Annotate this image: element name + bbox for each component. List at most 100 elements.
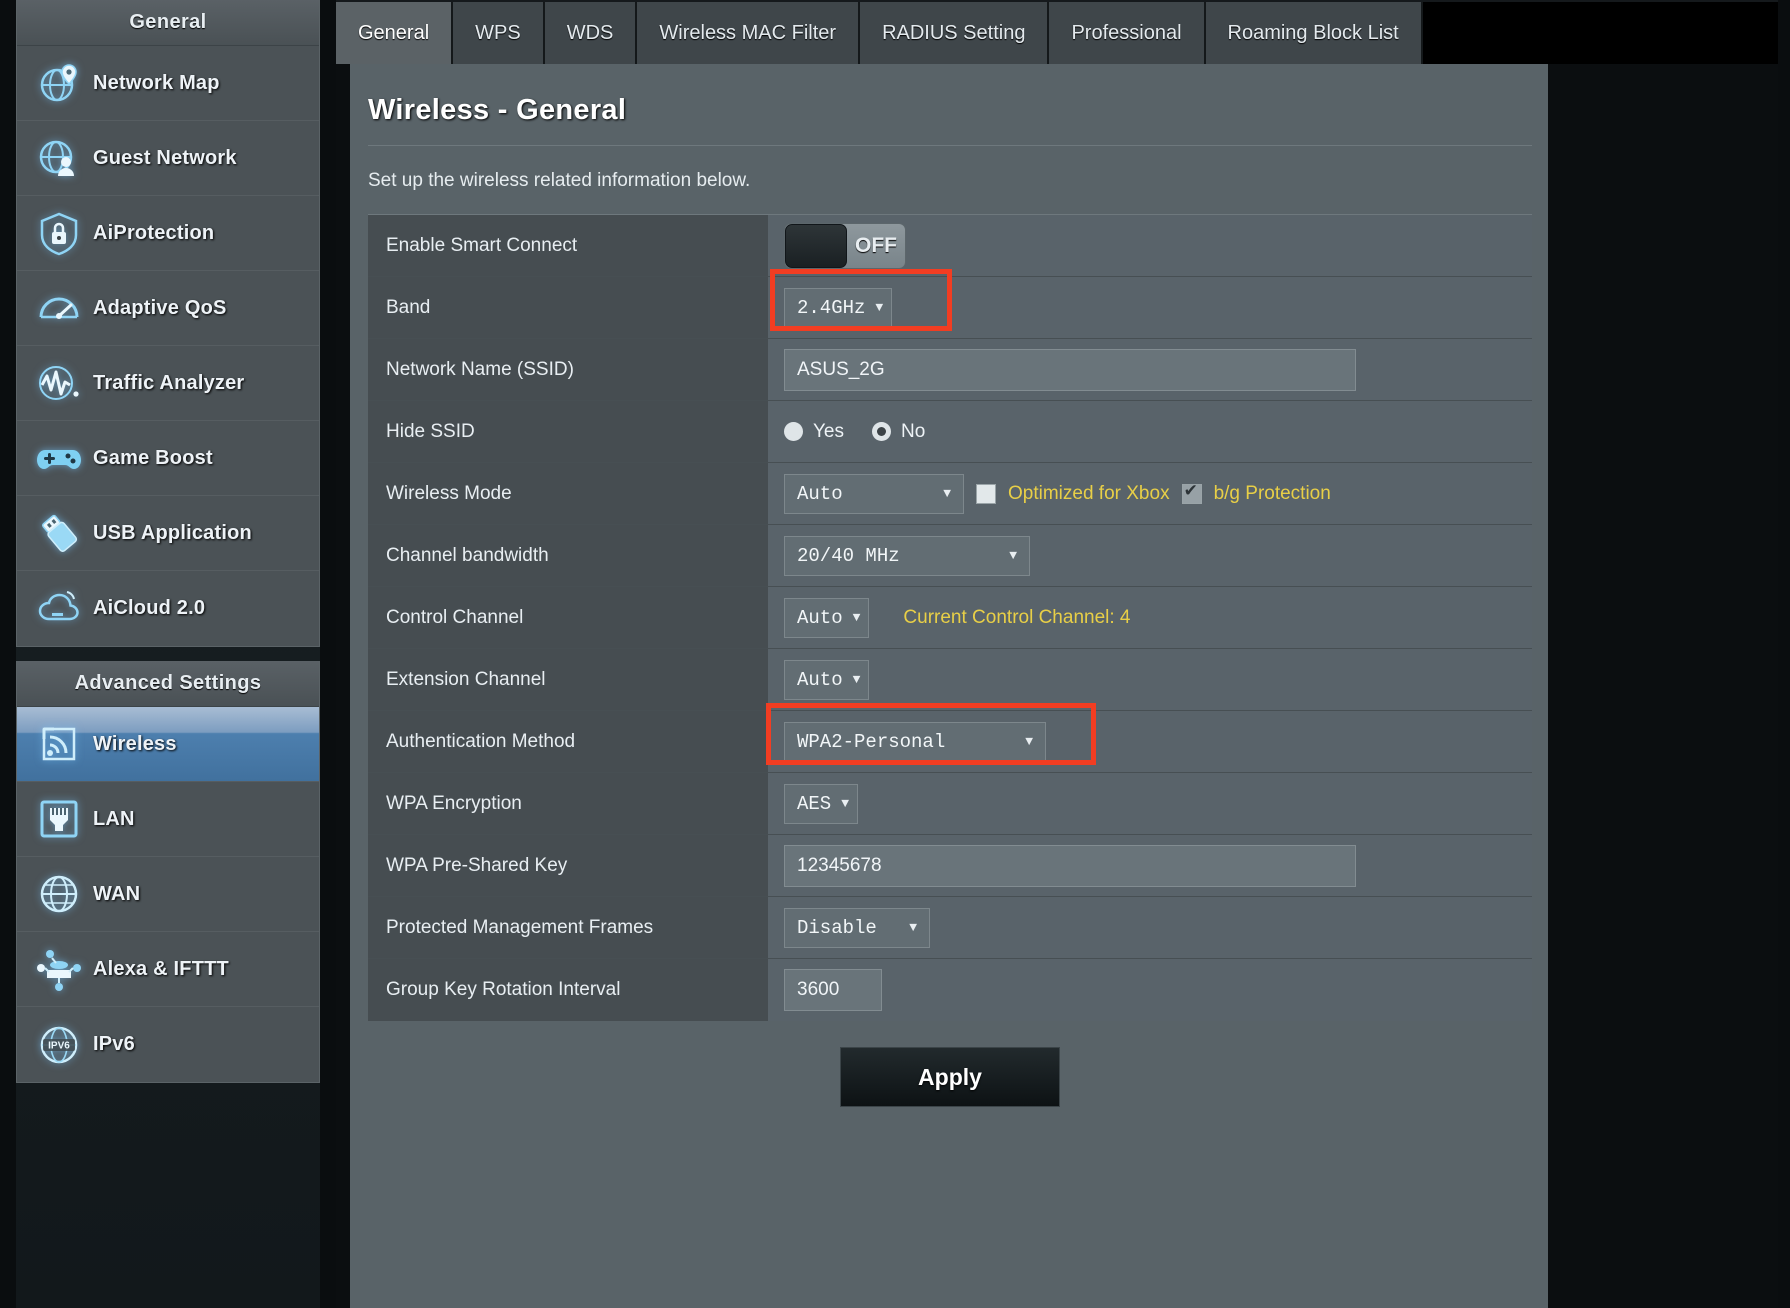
tab-roaming-block-list[interactable]: Roaming Block List: [1206, 2, 1423, 64]
wifi-signal-icon: [31, 720, 87, 768]
chevron-down-icon: ▼: [909, 920, 917, 935]
auth-method-select[interactable]: WPA2-Personal ▼: [784, 722, 1046, 762]
label-wpa-encryption: WPA Encryption: [368, 773, 768, 834]
tab-wireless-mac-filter[interactable]: Wireless MAC Filter: [637, 2, 860, 64]
sidebar-item-game-boost[interactable]: Game Boost: [17, 421, 319, 496]
sidebar-item-aiprotection[interactable]: AiProtection: [17, 196, 319, 271]
ipv6-globe-icon: IPV6: [31, 1021, 87, 1069]
toggle-knob: [785, 224, 847, 268]
sidebar-item-label: LAN: [93, 808, 135, 831]
row-band: Band 2.4GHz ▼: [368, 277, 1532, 339]
band-select-value: 2.4GHz: [797, 297, 865, 319]
label-control-channel: Control Channel: [368, 587, 768, 648]
value-extension-channel: Auto ▼: [768, 649, 1532, 710]
sidebar-item-network-map[interactable]: Network Map: [17, 46, 319, 121]
value-wpa-psk: 12345678: [768, 835, 1532, 896]
tab-professional[interactable]: Professional: [1049, 2, 1205, 64]
label-hide-ssid: Hide SSID: [368, 401, 768, 462]
sidebar-general-panel: General Network Map Guest Network AiProt…: [16, 0, 320, 647]
control-channel-value: Auto: [797, 607, 843, 629]
sidebar-item-lan[interactable]: LAN: [17, 782, 319, 857]
sidebar-item-wan[interactable]: WAN: [17, 857, 319, 932]
chevron-down-icon: ▼: [1009, 548, 1017, 563]
usb-drive-icon: [31, 509, 87, 557]
shield-lock-icon: [31, 209, 87, 257]
wpa-psk-input[interactable]: 12345678: [784, 845, 1356, 887]
bg-protection-label: b/g Protection: [1214, 483, 1331, 505]
apply-button[interactable]: Apply: [840, 1047, 1060, 1107]
row-wireless-mode: Wireless Mode Auto ▼ Optimized for Xbox …: [368, 463, 1532, 525]
pmf-value: Disable: [797, 917, 877, 939]
extension-channel-select[interactable]: Auto ▼: [784, 660, 869, 700]
hide-ssid-no-label: No: [901, 421, 925, 443]
globe-pin-icon: [31, 59, 87, 107]
sidebar-item-label: Alexa & IFTTT: [93, 958, 229, 981]
sidebar-item-aicloud[interactable]: AiCloud 2.0: [17, 571, 319, 646]
router-admin-page: General Network Map Guest Network AiProt…: [0, 0, 1790, 1308]
row-wpa-psk: WPA Pre-Shared Key 12345678: [368, 835, 1532, 897]
sidebar-item-wireless[interactable]: Wireless: [17, 707, 319, 782]
hide-ssid-radio-group: Yes No: [784, 421, 943, 443]
globe-users-icon: [31, 134, 87, 182]
sidebar-item-label: AiProtection: [93, 222, 214, 245]
tab-general[interactable]: General: [336, 2, 453, 64]
globe-icon: [31, 870, 87, 918]
value-smart-connect: OFF: [768, 215, 1532, 276]
channel-bandwidth-value: 20/40 MHz: [797, 545, 900, 567]
sidebar-item-usb-application[interactable]: USB Application: [17, 496, 319, 571]
row-auth-method: Authentication Method WPA2-Personal ▼: [368, 711, 1532, 773]
sidebar-item-label: WAN: [93, 883, 140, 906]
chevron-down-icon: ▼: [853, 672, 861, 687]
chevron-down-icon: ▼: [841, 796, 849, 811]
sidebar-item-label: Adaptive QoS: [93, 297, 227, 320]
sidebar-general-header: General: [17, 0, 319, 46]
group-key-input[interactable]: 3600: [784, 969, 882, 1011]
sidebar-item-label: USB Application: [93, 522, 252, 545]
sidebar-item-adaptive-qos[interactable]: Adaptive QoS: [17, 271, 319, 346]
tab-wds[interactable]: WDS: [545, 2, 638, 64]
sidebar-item-label: Guest Network: [93, 147, 237, 170]
page-title: Wireless - General: [350, 94, 1548, 145]
optimized-for-xbox-label: Optimized for Xbox: [1008, 483, 1170, 505]
ssid-input[interactable]: ASUS_2G: [784, 349, 1356, 391]
channel-bandwidth-select[interactable]: 20/40 MHz ▼: [784, 536, 1030, 576]
sidebar-item-label: AiCloud 2.0: [93, 597, 205, 620]
optimized-for-xbox-checkbox[interactable]: [976, 484, 996, 504]
band-select[interactable]: 2.4GHz ▼: [784, 288, 892, 328]
wpa-encryption-select[interactable]: AES ▼: [784, 784, 858, 824]
ethernet-port-icon: [31, 795, 87, 843]
wireless-mode-select[interactable]: Auto ▼: [784, 474, 964, 514]
wpa-encryption-value: AES: [797, 793, 831, 815]
sidebar-item-ipv6[interactable]: IPV6 IPv6: [17, 1007, 319, 1082]
control-channel-select[interactable]: Auto ▼: [784, 598, 869, 638]
value-wireless-mode: Auto ▼ Optimized for Xbox b/g Protection: [768, 463, 1532, 524]
sidebar-item-alexa-ifttt[interactable]: Alexa & IFTTT: [17, 932, 319, 1007]
smart-connect-toggle[interactable]: OFF: [784, 223, 906, 269]
auth-method-value: WPA2-Personal: [797, 731, 945, 753]
sidebar-item-guest-network[interactable]: Guest Network: [17, 121, 319, 196]
value-control-channel: Auto ▼ Current Control Channel: 4: [768, 587, 1532, 648]
content-panel: Wireless - General Set up the wireless r…: [350, 64, 1548, 1308]
tab-wps[interactable]: WPS: [453, 2, 545, 64]
bg-protection-checkbox[interactable]: [1182, 484, 1202, 504]
hide-ssid-radio-no[interactable]: [872, 422, 891, 441]
sidebar-advanced-panel: Advanced Settings Wireless LAN WAN: [16, 661, 320, 1083]
hide-ssid-radio-yes[interactable]: [784, 422, 803, 441]
cloud-icon: [31, 585, 87, 633]
label-channel-bandwidth: Channel bandwidth: [368, 525, 768, 586]
sidebar-item-traffic-analyzer[interactable]: Traffic Analyzer: [17, 346, 319, 421]
row-control-channel: Control Channel Auto ▼ Current Control C…: [368, 587, 1532, 649]
label-smart-connect: Enable Smart Connect: [368, 215, 768, 276]
extension-channel-value: Auto: [797, 669, 843, 691]
row-extension-channel: Extension Channel Auto ▼: [368, 649, 1532, 711]
row-wpa-encryption: WPA Encryption AES ▼: [368, 773, 1532, 835]
gamepad-icon: [31, 434, 87, 482]
pmf-select[interactable]: Disable ▼: [784, 908, 930, 948]
tab-radius-setting[interactable]: RADIUS Setting: [860, 2, 1049, 64]
label-wireless-mode: Wireless Mode: [368, 463, 768, 524]
sidebar-item-label: Wireless: [93, 733, 177, 756]
label-wpa-psk: WPA Pre-Shared Key: [368, 835, 768, 896]
gauge-icon: [31, 284, 87, 332]
label-band: Band: [368, 277, 768, 338]
value-band: 2.4GHz ▼: [768, 277, 1532, 338]
